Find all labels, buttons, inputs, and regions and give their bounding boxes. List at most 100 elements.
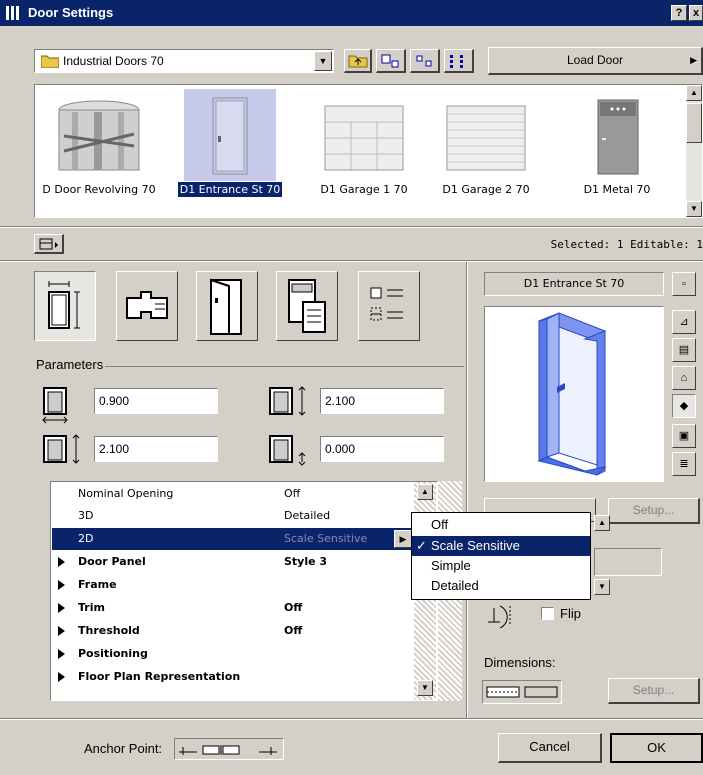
metal-door-icon — [597, 99, 639, 175]
folder-select[interactable]: Industrial Doors 70 ▼ — [34, 49, 334, 73]
param-row[interactable]: Nominal Opening Off — [52, 483, 414, 505]
param-value: Detailed — [284, 509, 331, 522]
arrow-right-icon: ▶ — [690, 55, 697, 65]
dimension-mode-selector[interactable] — [482, 680, 562, 704]
param-row[interactable]: Frame — [52, 574, 414, 596]
title-bar: Door Settings ? x — [0, 0, 703, 26]
anchor-point-icon — [179, 745, 277, 755]
setup-button[interactable]: Setup... — [608, 498, 700, 524]
offset-field[interactable]: 0.000 — [320, 436, 444, 462]
popup-arrow-icon[interactable]: ▶ — [394, 530, 412, 548]
tab-listing[interactable] — [276, 271, 338, 341]
param-row[interactable]: Threshold Off — [52, 620, 414, 642]
load-door-button[interactable]: Load Door ▶ — [488, 47, 703, 75]
view-list-button[interactable] — [444, 49, 474, 73]
ok-button[interactable]: OK — [610, 733, 703, 763]
view-large-icons-button[interactable] — [376, 49, 406, 73]
tab-labels[interactable] — [358, 271, 420, 341]
expand-arrow-icon[interactable] — [58, 580, 65, 590]
thumb-label: D1 Garage 1 70 — [320, 183, 408, 196]
scroll-thumb[interactable] — [686, 103, 702, 143]
expand-arrow-icon[interactable] — [58, 626, 65, 636]
scroll-up-icon[interactable]: ▲ — [686, 85, 702, 101]
selection-status: Selected: 1 Editable: 1 — [550, 238, 703, 251]
dropdown-option[interactable]: Detailed — [412, 576, 590, 596]
thumb-metal[interactable]: D1 Metal 70 — [556, 96, 678, 196]
2d-dropdown-menu: Off ✓ Scale Sensitive Simple Detailed ▲ … — [411, 512, 610, 600]
view-floor-plan-icon[interactable]: ▫ — [672, 272, 696, 296]
thumb-revolving[interactable]: D Door Revolving 70 — [38, 96, 160, 196]
scroll-up-icon[interactable]: ▲ — [417, 484, 433, 500]
param-name: Door Panel — [78, 555, 146, 568]
view-image-icon[interactable]: ▣ — [672, 424, 696, 448]
view-dimensions-icon[interactable]: ⊿ — [672, 310, 696, 334]
param-name: Floor Plan Representation — [78, 670, 241, 683]
dropdown-option-selected[interactable]: ✓ Scale Sensitive — [412, 536, 590, 556]
list-view-icon — [449, 55, 463, 68]
small-icons-icon — [416, 55, 431, 67]
thumb-garage-2[interactable]: D1 Garage 2 70 — [425, 96, 547, 196]
label-settings-icon — [370, 287, 403, 321]
height-field[interactable]: 2.100 — [320, 388, 444, 414]
dimensions-setup-button[interactable]: Setup... — [608, 678, 700, 704]
thumb-garage-1[interactable]: D1 Garage 1 70 — [303, 96, 425, 196]
view-3d-icon[interactable]: ◆ — [672, 394, 696, 418]
flip-checkbox[interactable] — [541, 607, 554, 620]
param-value: Off — [284, 624, 303, 637]
scroll-down-icon[interactable]: ▼ — [686, 201, 702, 217]
dimensions-label: Dimensions: — [484, 655, 556, 670]
window-title: Door Settings — [28, 5, 114, 20]
dropdown-option[interactable]: Simple — [412, 556, 590, 576]
gallery-scrollbar[interactable]: ▲ ▼ — [686, 85, 702, 217]
help-button[interactable]: ? — [671, 5, 687, 21]
divider — [0, 227, 703, 228]
cancel-button[interactable]: Cancel — [498, 733, 602, 763]
offset-icon — [269, 435, 306, 466]
chevron-down-icon[interactable]: ▼ — [314, 51, 332, 71]
tab-parameters[interactable] — [34, 271, 96, 341]
tab-frame[interactable] — [116, 271, 178, 341]
scroll-down-icon[interactable]: ▼ — [417, 680, 433, 696]
scroll-up-icon[interactable]: ▲ — [594, 515, 610, 531]
param-row[interactable]: Positioning — [52, 643, 414, 665]
width-field[interactable]: 0.900 — [94, 388, 218, 414]
divider — [467, 262, 468, 718]
anchor-point-selector[interactable] — [174, 738, 284, 760]
param-name: Positioning — [78, 647, 148, 660]
expand-arrow-icon[interactable] — [58, 557, 65, 567]
thumb-entrance[interactable]: D1 Entrance St 70 — [169, 96, 291, 197]
dropdown-option[interactable]: Off — [412, 515, 590, 535]
calculator-icon — [288, 279, 326, 333]
dropdown-option-label: Scale Sensitive — [431, 538, 520, 553]
app-icon — [6, 6, 19, 20]
view-list-icon[interactable]: ≣ — [672, 452, 696, 476]
folder-up-button[interactable] — [344, 49, 372, 73]
param-row[interactable]: Floor Plan Representation — [52, 666, 414, 688]
view-elevation-icon[interactable]: ⌂ — [672, 366, 696, 390]
close-button[interactable]: x — [689, 5, 703, 21]
param-row[interactable]: Door Panel Style 3 — [52, 551, 414, 573]
anchor-point-label: Anchor Point: — [84, 741, 163, 756]
param-row[interactable]: Trim Off — [52, 597, 414, 619]
garage-door-icon — [446, 105, 526, 171]
param-row-selected[interactable]: 2D Scale Sensitive ▶ — [52, 528, 436, 550]
expand-arrow-icon[interactable] — [58, 649, 65, 659]
hidden-field — [594, 548, 662, 576]
sill-height-field[interactable]: 2.100 — [94, 436, 218, 462]
panel-menu-button[interactable] — [34, 234, 64, 254]
view-section-icon[interactable]: ▤ — [672, 338, 696, 362]
param-row[interactable]: 3D Detailed — [52, 505, 414, 527]
scroll-down-icon[interactable]: ▼ — [594, 579, 610, 595]
param-name: Frame — [78, 578, 117, 591]
check-icon: ✓ — [416, 538, 427, 553]
height-icon — [269, 386, 306, 416]
view-small-icons-button[interactable] — [410, 49, 440, 73]
param-value: Off — [284, 487, 301, 500]
tab-opening[interactable] — [196, 271, 258, 341]
param-name: Trim — [78, 601, 105, 614]
expand-arrow-icon[interactable] — [58, 672, 65, 682]
thumb-label: D1 Garage 2 70 — [442, 183, 530, 196]
door-open-icon — [210, 278, 242, 335]
expand-arrow-icon[interactable] — [58, 603, 65, 613]
sill-height-icon — [43, 434, 80, 464]
